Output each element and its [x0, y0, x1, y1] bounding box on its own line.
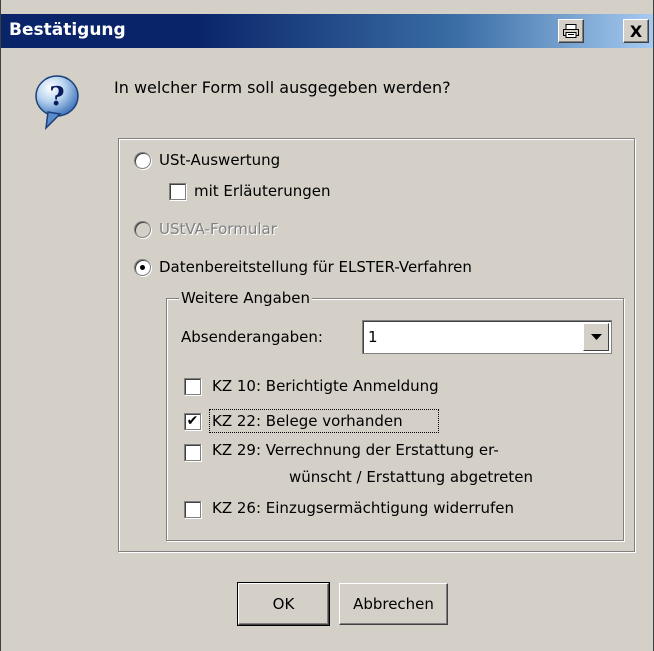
- ok-button[interactable]: OK: [237, 582, 330, 626]
- radio-ust-auswertung[interactable]: [134, 152, 151, 169]
- mit-erlaeuterungen-label[interactable]: mit Erläuterungen: [194, 182, 331, 200]
- radio-datenbereitstellung[interactable]: [134, 259, 151, 276]
- close-icon: X: [629, 21, 643, 41]
- kz22-label[interactable]: KZ 22: Belege vorhanden: [212, 412, 403, 430]
- ok-button-label: OK: [272, 595, 295, 613]
- kz29-label-line1[interactable]: KZ 29: Verrechnung der Erstattung er-: [212, 441, 499, 459]
- absender-value: 1: [368, 328, 378, 346]
- datenbereitstellung-label[interactable]: Datenbereitstellung für ELSTER-Verfahren: [159, 258, 472, 276]
- dropdown-arrow-button[interactable]: [583, 323, 609, 351]
- question-icon: ?: [34, 74, 80, 134]
- kz26-label[interactable]: KZ 26: Einzugsermächtigung widerrufen: [212, 499, 514, 517]
- window-title: Bestätigung: [9, 20, 126, 40]
- checkbox-kz26[interactable]: [184, 501, 201, 518]
- svg-text:?: ?: [49, 82, 64, 112]
- close-button[interactable]: X: [623, 19, 649, 43]
- checkbox-kz10[interactable]: [184, 378, 201, 395]
- title-bar[interactable]: Bestätigung X: [1, 14, 653, 48]
- dialog-window: Bestätigung X ? In welcher Form soll aus…: [0, 0, 654, 651]
- cancel-button[interactable]: Abbrechen: [339, 583, 448, 625]
- question-text: In welcher Form soll ausgegeben werden?: [114, 78, 451, 97]
- radio-ustva-formular: [134, 221, 151, 238]
- kz29-label-line2[interactable]: wünscht / Erstattung abgetreten: [289, 468, 533, 486]
- chevron-down-icon: [590, 333, 602, 340]
- check-mark-icon: ✔: [186, 413, 199, 429]
- printer-icon: [563, 24, 579, 38]
- checkbox-mit-erlaeuterungen[interactable]: [169, 183, 186, 200]
- cancel-button-label: Abbrechen: [353, 595, 434, 613]
- weitere-angaben-legend: Weitere Angaben: [179, 289, 313, 307]
- kz10-label[interactable]: KZ 10: Berichtigte Anmeldung: [212, 377, 439, 395]
- checkbox-kz29[interactable]: [184, 444, 201, 461]
- print-button[interactable]: [558, 19, 584, 43]
- checkbox-kz22[interactable]: ✔: [184, 413, 201, 430]
- absender-select[interactable]: 1: [362, 320, 612, 354]
- ustva-formular-label: UStVA-Formular: [159, 220, 277, 238]
- radio-selected-dot: [140, 265, 145, 270]
- absender-label: Absenderangaben:: [181, 328, 323, 346]
- ust-auswertung-label[interactable]: USt-Auswertung: [159, 151, 280, 169]
